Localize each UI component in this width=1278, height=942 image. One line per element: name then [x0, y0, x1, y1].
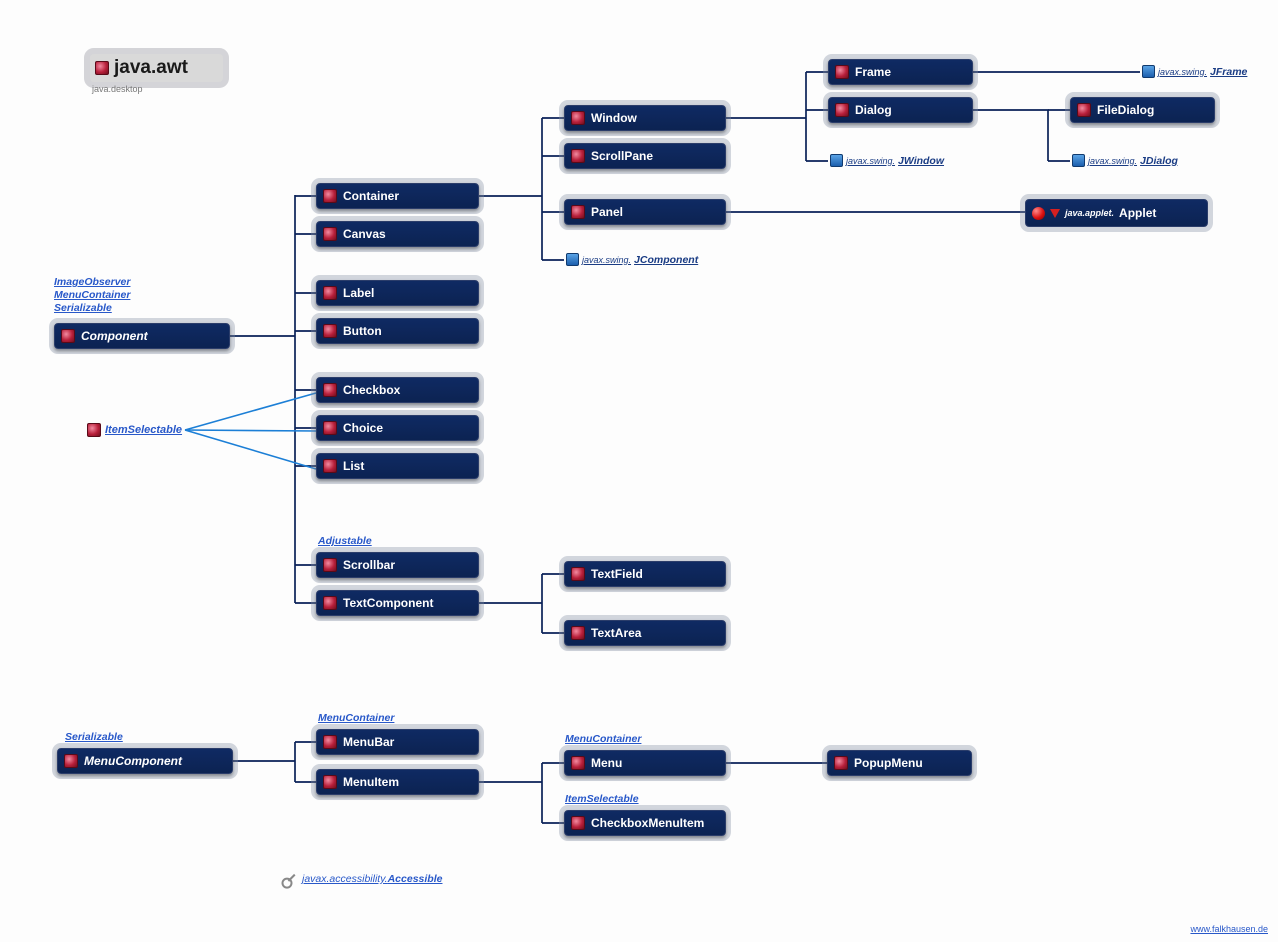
- ext-jcomponent[interactable]: javax.swing.JComponent: [566, 253, 698, 266]
- class-icon: [61, 329, 75, 343]
- node-scrollbar[interactable]: Scrollbar: [316, 552, 479, 578]
- connector-lines: [0, 0, 1278, 942]
- class-icon: [323, 775, 337, 789]
- class-icon: [571, 567, 585, 581]
- node-container[interactable]: Container: [316, 183, 479, 209]
- node-menuitem[interactable]: MenuItem: [316, 769, 479, 795]
- class-icon: [323, 227, 337, 241]
- node-textarea[interactable]: TextArea: [564, 620, 726, 646]
- class-icon: [323, 735, 337, 749]
- class-icon: [64, 754, 78, 768]
- node-textcomponent[interactable]: TextComponent: [316, 590, 479, 616]
- ext-icon: [1142, 65, 1155, 78]
- package-icon: [95, 61, 109, 75]
- node-menucomponent[interactable]: MenuComponent: [57, 748, 233, 774]
- node-menu[interactable]: Menu: [564, 750, 726, 776]
- node-dialog[interactable]: Dialog: [828, 97, 973, 123]
- applet-ball-icon: [1032, 207, 1045, 220]
- ext-jwindow[interactable]: javax.swing.JWindow: [830, 154, 944, 167]
- node-button[interactable]: Button: [316, 318, 479, 344]
- node-popupmenu[interactable]: PopupMenu: [827, 750, 972, 776]
- node-list[interactable]: List: [316, 453, 479, 479]
- class-icon: [571, 111, 585, 125]
- interface-icon: [87, 423, 101, 437]
- watermark-link[interactable]: www.falkhausen.de: [1190, 924, 1268, 934]
- class-icon: [571, 816, 585, 830]
- ext-icon: [566, 253, 579, 266]
- node-window[interactable]: Window: [564, 105, 726, 131]
- key-icon: [277, 871, 297, 891]
- node-label[interactable]: Label: [316, 280, 479, 306]
- interfaces-component[interactable]: ImageObserver MenuContainer Serializable: [54, 276, 130, 315]
- class-icon: [571, 626, 585, 640]
- class-icon: [323, 596, 337, 610]
- node-filedialog[interactable]: FileDialog: [1070, 97, 1215, 123]
- ext-jdialog[interactable]: javax.swing.JDialog: [1072, 154, 1178, 167]
- node-menubar[interactable]: MenuBar: [316, 729, 479, 755]
- node-checkbox[interactable]: Checkbox: [316, 377, 479, 403]
- node-checkboxmenuitem[interactable]: CheckboxMenuItem: [564, 810, 726, 836]
- interface-itemselectable[interactable]: ItemSelectable: [87, 423, 182, 437]
- ext-icon: [1072, 154, 1085, 167]
- class-icon: [834, 756, 848, 770]
- module-subtitle: java.desktop: [92, 84, 143, 94]
- node-component[interactable]: Component: [54, 323, 230, 349]
- node-choice[interactable]: Choice: [316, 415, 479, 441]
- class-icon: [1077, 103, 1091, 117]
- class-icon: [323, 558, 337, 572]
- interface-accessible[interactable]: javax.accessibility.Accessible: [302, 873, 442, 886]
- node-frame[interactable]: Frame: [828, 59, 973, 85]
- class-icon: [571, 149, 585, 163]
- interface-adjustable[interactable]: Adjustable: [318, 535, 372, 548]
- interface-menucontainer-2[interactable]: MenuContainer: [565, 733, 641, 746]
- package-title: java.awt: [90, 54, 223, 82]
- node-scrollpane[interactable]: ScrollPane: [564, 143, 726, 169]
- applet-triangle-icon: [1050, 209, 1060, 218]
- interface-serializable-2[interactable]: Serializable: [65, 731, 123, 744]
- class-icon: [323, 421, 337, 435]
- class-icon: [323, 383, 337, 397]
- node-applet-external[interactable]: java.applet.Applet: [1025, 199, 1208, 227]
- package-name: java.awt: [114, 57, 188, 79]
- class-icon: [323, 324, 337, 338]
- ext-icon: [830, 154, 843, 167]
- node-panel[interactable]: Panel: [564, 199, 726, 225]
- class-icon: [323, 189, 337, 203]
- node-textfield[interactable]: TextField: [564, 561, 726, 587]
- class-icon: [835, 65, 849, 79]
- interface-menucontainer-1[interactable]: MenuContainer: [318, 712, 394, 725]
- node-canvas[interactable]: Canvas: [316, 221, 479, 247]
- class-icon: [323, 286, 337, 300]
- class-icon: [323, 459, 337, 473]
- class-icon: [571, 756, 585, 770]
- class-icon: [835, 103, 849, 117]
- class-icon: [571, 205, 585, 219]
- ext-jframe[interactable]: javax.swing.JFrame: [1142, 65, 1247, 78]
- interface-itemselectable-2[interactable]: ItemSelectable: [565, 793, 639, 806]
